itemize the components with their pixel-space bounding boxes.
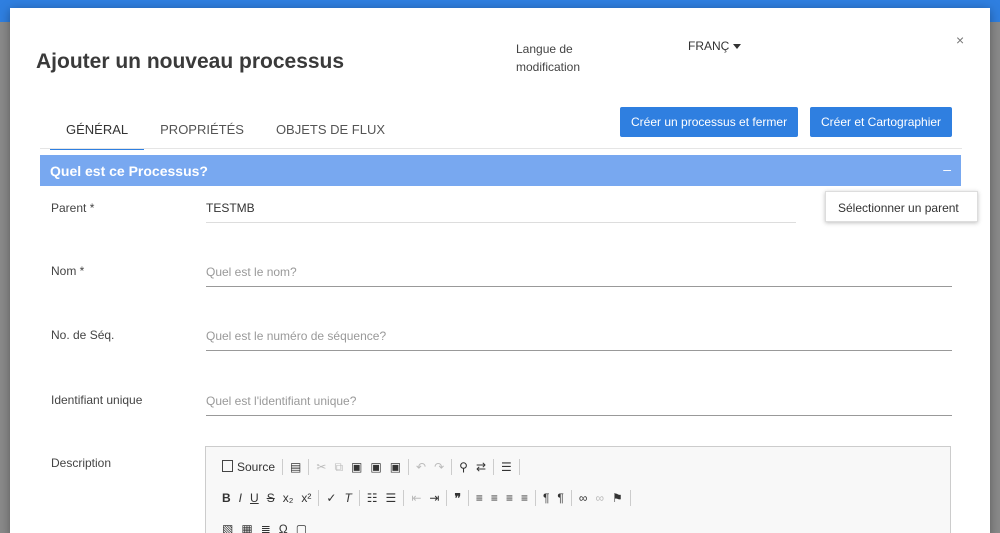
section-title: Quel est ce Processus? (50, 163, 208, 179)
link-icon[interactable]: ∞ (575, 490, 592, 506)
align-right-icon[interactable]: ≡ (502, 490, 517, 506)
unique-id-input[interactable]: Quel est l'identifiant unique? (206, 394, 952, 416)
rtl-icon[interactable]: ¶ (553, 490, 567, 506)
toolbar-separator (493, 459, 495, 475)
iframe-icon[interactable]: ▢ (292, 521, 311, 533)
image-icon[interactable]: ▧ (218, 521, 237, 533)
toolbar-separator (318, 490, 320, 506)
numbered-list-icon[interactable]: ☷ (363, 490, 382, 506)
description-editor[interactable]: Source ▤ ✂ ⧉ ▣ ▣ ▣ ↶ ↷ ⚲ ⇄ ☰ B I U S x₂ … (205, 446, 951, 533)
language-select[interactable]: FRANÇ (688, 39, 742, 53)
caret-down-icon (733, 44, 742, 50)
remove-format-icon[interactable]: T (340, 490, 355, 506)
blockquote-icon[interactable]: ❞ (450, 490, 464, 506)
toolbar-separator (282, 459, 284, 475)
paste-word-icon[interactable]: ▣ (386, 459, 405, 475)
tab-divider (40, 148, 962, 149)
align-left-icon[interactable]: ≡ (472, 490, 487, 506)
unique-id-label: Identifiant unique (51, 393, 143, 407)
source-icon (222, 460, 233, 472)
indent-icon[interactable]: ⇥ (425, 490, 443, 506)
sequence-label: No. de Séq. (51, 328, 115, 342)
toolbar-separator (518, 459, 520, 475)
align-center-icon[interactable]: ≡ (487, 490, 502, 506)
copy-icon[interactable]: ⧉ (330, 459, 347, 475)
tab-bar: GÉNÉRAL PROPRIÉTÉS OBJETS DE FLUX (50, 112, 401, 150)
subscript-icon[interactable]: x₂ (279, 490, 298, 506)
undo-icon[interactable]: ↶ (412, 459, 430, 475)
strikethrough-icon[interactable]: S (263, 490, 279, 506)
tab-general[interactable]: GÉNÉRAL (50, 112, 145, 150)
toolbar-separator (403, 490, 405, 506)
modal-title: Ajouter un nouveau processus (36, 50, 345, 73)
bold-icon[interactable]: B (218, 490, 235, 506)
find-icon[interactable]: ⚲ (455, 459, 472, 475)
editor-toolbar-row-1: Source ▤ ✂ ⧉ ▣ ▣ ▣ ↶ ↷ ⚲ ⇄ ☰ (218, 459, 523, 475)
replace-icon[interactable]: ⇄ (472, 459, 490, 475)
redo-icon[interactable]: ↷ (430, 459, 448, 475)
select-parent-tooltip: Sélectionner un parent (825, 191, 978, 222)
toolbar-separator (308, 459, 310, 475)
superscript-icon[interactable]: x² (297, 490, 315, 506)
outdent-icon[interactable]: ⇤ (407, 490, 425, 506)
horizontal-line-icon[interactable]: ≣ (257, 521, 275, 533)
name-label: Nom * (51, 264, 85, 278)
language-value: FRANÇ (688, 39, 730, 53)
toolbar-separator (570, 490, 572, 506)
close-icon[interactable]: × (956, 32, 964, 48)
collapse-icon[interactable]: – (943, 161, 951, 177)
sequence-input[interactable]: Quel est le numéro de séquence? (206, 329, 952, 351)
create-and-close-button[interactable]: Créer un processus et fermer (620, 107, 799, 137)
toolbar-separator (467, 490, 469, 506)
cut-icon[interactable]: ✂ (312, 459, 330, 475)
parent-field[interactable]: TESTMB (206, 201, 796, 223)
paste-text-icon[interactable]: ▣ (366, 459, 385, 475)
editor-toolbar-row-3: ▧ ▦ ≣ Ω ▢ (218, 521, 311, 533)
print-icon[interactable]: ▤ (286, 459, 305, 475)
toolbar-separator (451, 459, 453, 475)
toolbar-separator (408, 459, 410, 475)
editor-toolbar-row-2: B I U S x₂ x² ✓ T ☷ ☰ ⇤ ⇥ ❞ ≡ ≡ ≡ ≡ ¶ ¶ (218, 490, 634, 506)
table-icon[interactable]: ▦ (237, 521, 256, 533)
name-input[interactable]: Quel est le nom? (206, 265, 952, 287)
toolbar-separator (629, 490, 631, 506)
italic-icon[interactable]: I (235, 490, 246, 506)
paste-icon[interactable]: ▣ (347, 459, 366, 475)
add-process-modal: Ajouter un nouveau processus Langue de m… (10, 8, 990, 533)
ltr-icon[interactable]: ¶ (539, 490, 553, 506)
language-label: Langue de modification (516, 42, 581, 74)
create-and-map-button[interactable]: Créer et Cartographier (810, 107, 953, 137)
tab-flow-objects[interactable]: OBJETS DE FLUX (260, 112, 401, 150)
underline-icon[interactable]: U (246, 490, 263, 506)
bulleted-list-icon[interactable]: ☰ (382, 490, 401, 506)
anchor-flag-icon[interactable]: ⚑ (608, 490, 627, 506)
toolbar-separator (534, 490, 536, 506)
unlink-icon[interactable]: ∞ (591, 490, 608, 506)
justify-icon[interactable]: ≡ (517, 490, 532, 506)
source-label: Source (237, 460, 276, 474)
description-label: Description (51, 456, 112, 470)
toolbar-separator (358, 490, 360, 506)
section-header: Quel est ce Processus? – (40, 155, 961, 186)
select-all-icon[interactable]: ☰ (497, 459, 516, 475)
parent-label: Parent * (51, 201, 95, 215)
tab-properties[interactable]: PROPRIÉTÉS (144, 112, 260, 150)
toolbar-separator (446, 490, 448, 506)
special-char-icon[interactable]: Ω (275, 521, 292, 533)
copy-format-icon[interactable]: ✓ (322, 490, 340, 506)
source-button[interactable]: Source (218, 459, 279, 475)
